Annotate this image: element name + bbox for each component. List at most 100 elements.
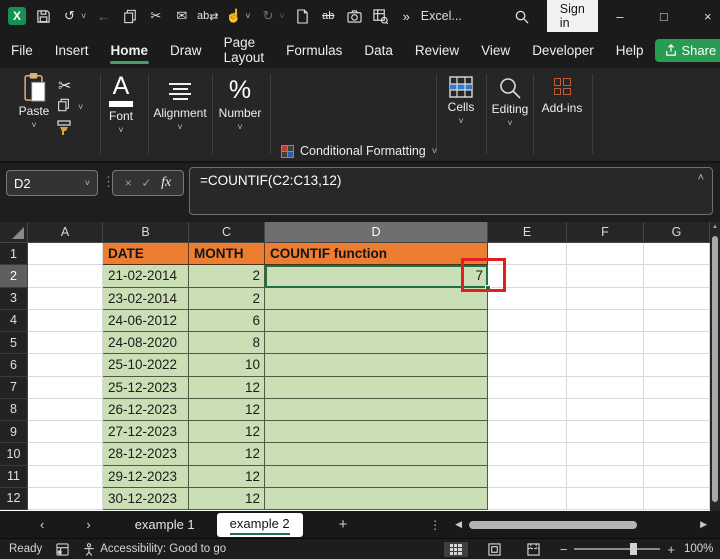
touch-mode-icon[interactable]: ☝ (225, 8, 242, 25)
cell-b2[interactable]: 21-02-2014 (103, 265, 189, 287)
insert-function-icon[interactable]: fx (161, 175, 171, 191)
next-sheet-icon[interactable]: › (82, 517, 94, 532)
row-header-8[interactable]: 8 (0, 399, 28, 421)
cell-a5[interactable] (28, 332, 103, 354)
horizontal-scrollbar-thumb[interactable] (469, 521, 637, 529)
cell-b9[interactable]: 27-12-2023 (103, 421, 189, 443)
name-box-chevron-icon[interactable]: ˅ (85, 178, 90, 188)
search-icon[interactable] (514, 8, 529, 25)
cell-a3[interactable] (28, 288, 103, 310)
cell-g11[interactable] (644, 466, 710, 488)
vertical-scrollbar[interactable]: ▲ (710, 222, 720, 511)
row-header-6[interactable]: 6 (0, 354, 28, 376)
cell-c5[interactable]: 8 (189, 332, 265, 354)
cell-f8[interactable] (567, 399, 644, 421)
cell-f11[interactable] (567, 466, 644, 488)
cell-d9[interactable] (265, 421, 488, 443)
enter-formula-icon[interactable]: ✓ (141, 176, 151, 190)
row-header-4[interactable]: 4 (0, 310, 28, 332)
cell-f7[interactable] (567, 377, 644, 399)
cell-g3[interactable] (644, 288, 710, 310)
cell-d11[interactable] (265, 466, 488, 488)
save-icon[interactable] (35, 8, 52, 25)
cell-e10[interactable] (488, 443, 567, 465)
tab-view[interactable]: View (470, 34, 521, 67)
cancel-formula-icon[interactable]: × (125, 176, 132, 190)
add-sheet-icon[interactable]: + (339, 516, 348, 533)
accessibility-icon[interactable] (83, 543, 95, 556)
cell-e8[interactable] (488, 399, 567, 421)
cell-a10[interactable] (28, 443, 103, 465)
copy-icon[interactable] (57, 98, 70, 112)
cell-g5[interactable] (644, 332, 710, 354)
cell-d10[interactable] (265, 443, 488, 465)
cell-g1[interactable] (644, 243, 710, 265)
cell-f2[interactable] (567, 265, 644, 287)
minimize-button[interactable]: – (598, 0, 642, 32)
row-header-7[interactable]: 7 (0, 377, 28, 399)
camera-icon[interactable] (346, 8, 363, 25)
close-button[interactable]: × (686, 0, 720, 32)
cell-e2[interactable] (488, 265, 567, 287)
cell-e5[interactable] (488, 332, 567, 354)
cell-c8[interactable]: 12 (189, 399, 265, 421)
select-all-corner[interactable] (0, 222, 28, 243)
cell-g8[interactable] (644, 399, 710, 421)
cell-e6[interactable] (488, 354, 567, 376)
more-commands-icon[interactable]: » (398, 8, 415, 25)
sheet-lookup-icon[interactable] (372, 8, 389, 25)
cell-a11[interactable] (28, 466, 103, 488)
tab-review[interactable]: Review (404, 34, 470, 67)
accessibility-status[interactable]: Accessibility: Good to go (100, 543, 226, 555)
cell-c2[interactable]: 2 (189, 265, 265, 287)
format-painter-icon[interactable] (56, 120, 72, 136)
cell-b3[interactable]: 23-02-2014 (103, 288, 189, 310)
cell-d12[interactable] (265, 488, 488, 510)
cell-d3[interactable] (265, 288, 488, 310)
prev-sheet-icon[interactable]: ‹ (36, 517, 48, 532)
cell-a8[interactable] (28, 399, 103, 421)
tab-draw[interactable]: Draw (159, 34, 213, 67)
name-box[interactable]: D2 ˅ (6, 170, 98, 196)
scroll-right-icon[interactable]: ▶ (700, 519, 707, 530)
sheet-tab-example-1[interactable]: example 1 (119, 513, 211, 536)
cell-b4[interactable]: 24-06-2012 (103, 310, 189, 332)
tab-developer[interactable]: Developer (521, 34, 605, 67)
cell-g2[interactable] (644, 265, 710, 287)
row-header-12[interactable]: 12 (0, 488, 28, 510)
column-header-b[interactable]: B (103, 222, 189, 243)
row-header-3[interactable]: 3 (0, 288, 28, 310)
cell-e4[interactable] (488, 310, 567, 332)
copy-icon[interactable] (121, 8, 138, 25)
alignment-group-button[interactable]: Alignment ˅ (150, 78, 210, 132)
cell-e1[interactable] (488, 243, 567, 265)
cell-g4[interactable] (644, 310, 710, 332)
cell-c11[interactable]: 12 (189, 466, 265, 488)
row-header-1[interactable]: 1 (0, 243, 28, 265)
zoom-slider[interactable] (574, 548, 660, 550)
cut-icon[interactable]: ✂ (58, 76, 71, 96)
column-header-e[interactable]: E (488, 222, 567, 243)
collapse-formula-bar-icon[interactable]: ˄ (698, 172, 704, 184)
row-header-5[interactable]: 5 (0, 332, 28, 354)
cell-c9[interactable]: 12 (189, 421, 265, 443)
font-group-button[interactable]: A Font ˅ (98, 74, 144, 135)
column-header-c[interactable]: C (189, 222, 265, 243)
cell-c4[interactable]: 6 (189, 310, 265, 332)
zoom-slider-thumb[interactable] (630, 543, 637, 555)
cell-d2-selected[interactable]: 7 (265, 265, 488, 287)
editing-group-button[interactable]: Editing ˅ (487, 76, 533, 128)
copy-chevron-icon[interactable]: ˅ (78, 102, 83, 112)
new-file-icon[interactable] (294, 8, 311, 25)
tab-home[interactable]: Home (100, 34, 160, 67)
horizontal-scrollbar[interactable]: ◀ ▶ (455, 519, 707, 530)
maximize-button[interactable]: □ (642, 0, 686, 32)
paste-button[interactable]: Paste ˅ (12, 72, 56, 130)
cell-e7[interactable] (488, 377, 567, 399)
scroll-up-icon[interactable]: ▲ (710, 224, 720, 230)
cell-f6[interactable] (567, 354, 644, 376)
zoom-level[interactable]: 100% (684, 543, 720, 555)
macro-record-icon[interactable] (56, 543, 69, 556)
zoom-out-icon[interactable]: − (560, 542, 568, 557)
cell-b5[interactable]: 24-08-2020 (103, 332, 189, 354)
